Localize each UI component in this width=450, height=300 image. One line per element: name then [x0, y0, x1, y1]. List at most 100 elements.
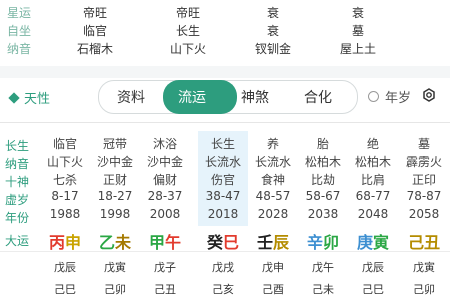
zhi: 寅 [373, 233, 390, 252]
cell: 衰 [266, 24, 279, 38]
column-l4: 18-27 [97, 189, 133, 203]
column-l3: 伤官 [210, 173, 235, 187]
column-l4: 78-87 [406, 189, 442, 203]
dayun-column[interactable]: 胎松柏木 比劫 58-67 2038 [298, 131, 348, 226]
zhi: 午 [165, 233, 182, 252]
liunian-1[interactable]: 戊午 [298, 259, 348, 275]
liunian-1[interactable]: 戊辰 [348, 259, 398, 275]
tab-shensha[interactable]: 神煞 [241, 87, 269, 107]
dayun-column[interactable]: 长生 长流水 伤官 38-47 2018 [198, 131, 248, 226]
side-label-dayun: 大运 [5, 234, 30, 248]
side-label-shishen: 十神 [5, 175, 30, 189]
cell: 帝旺 [82, 6, 107, 20]
side-label-nianfen: 年份 [5, 211, 30, 225]
segmented-control: 资料 流运 神煞 合化 [98, 80, 358, 114]
dayun-column[interactable]: 墓霹雳火 正印 78-87 2058 [399, 131, 449, 226]
liunian-2[interactable]: 己亥 [198, 281, 248, 297]
column-l1: 墓 [417, 137, 430, 151]
liunian-2[interactable]: 己卯 [399, 281, 449, 297]
cell: 衰 [266, 6, 279, 20]
column-l5: 2038 [307, 207, 339, 221]
dayun-ganzhi[interactable]: 辛卯 [298, 229, 348, 253]
cell: 墓 [351, 24, 364, 38]
liunian-2[interactable]: 己酉 [248, 281, 298, 297]
dayun-ganzhi[interactable]: 乙未 [90, 229, 140, 253]
zhi: 申 [65, 233, 82, 252]
column-l4: 8-17 [51, 189, 79, 203]
row-label: 星运 [7, 6, 32, 20]
column-l5: 1988 [49, 207, 81, 221]
column-l5: 2018 [207, 207, 239, 221]
age-toggle-label[interactable]: 年岁 [385, 87, 411, 106]
column-l1: 养 [266, 137, 279, 151]
liunian-2[interactable]: 己巳 [348, 281, 398, 297]
dayun-ganzhi[interactable]: 己丑 [399, 229, 449, 253]
cell: 临官 [82, 24, 107, 38]
column-l1: 绝 [366, 137, 379, 151]
column-l2: 松柏木 [354, 155, 391, 169]
liunian-2[interactable]: 己巳 [40, 281, 90, 297]
tab-ziliao[interactable]: 资料 [117, 87, 145, 107]
zhi: 辰 [273, 233, 290, 252]
column-l2: 山下火 [46, 155, 83, 169]
tab-liuyun[interactable]: 流运 [163, 80, 237, 114]
row-label: 自坐 [7, 24, 32, 38]
dayun-column[interactable]: 沐浴 沙中金 偏财 28-37 2008 [140, 131, 190, 226]
column-l3: 七杀 [52, 173, 77, 187]
row-zizuo: 自坐 临官 长生 衰 墓 [0, 22, 450, 40]
gan: 甲 [148, 233, 165, 252]
column-l2: 霹雳火 [405, 155, 442, 169]
dayun-column[interactable]: 养长流水 食神 48-57 2028 [248, 131, 298, 226]
dayun-column[interactable]: 冠带 沙中金 正财 18-27 1998 [90, 131, 140, 226]
dayun-ganzhi[interactable]: 庚寅 [348, 229, 398, 253]
gan: 乙 [98, 233, 115, 252]
dayun-column[interactable]: 临官山下火七杀 8-17 1988 [40, 131, 90, 226]
gan: 壬 [256, 233, 273, 252]
gan: 庚 [356, 233, 373, 252]
liunian-2[interactable]: 己未 [298, 281, 348, 297]
column-l1: 临官 [52, 137, 77, 151]
dayun-ganzhi[interactable]: 甲午 [140, 229, 190, 253]
dayun-column[interactable]: 绝松柏木 比肩 68-77 2048 [348, 131, 398, 226]
column-l2: 松柏木 [304, 155, 341, 169]
liunian-2[interactable]: 己丑 [140, 281, 190, 297]
column-l5: 1998 [99, 207, 131, 221]
cell: 石榴木 [76, 42, 113, 56]
liunian-1[interactable]: 戊申 [248, 259, 298, 275]
tab-bar: 天性 资料 流运 神煞 合化 年岁 [0, 78, 450, 116]
zhi: 未 [115, 233, 132, 252]
cell: 钗钏金 [254, 42, 291, 56]
tab-hehua[interactable]: 合化 [304, 87, 332, 107]
zhi: 卯 [323, 233, 340, 252]
diamond-icon [8, 92, 20, 104]
side-label-xusui: 虚岁 [5, 193, 30, 207]
column-l3: 比肩 [360, 173, 385, 187]
zhi: 巳 [223, 233, 240, 252]
liunian-1[interactable]: 戊寅 [399, 259, 449, 275]
divider [0, 122, 450, 123]
dayun-ganzhi[interactable]: 壬辰 [248, 229, 298, 253]
row-xingyun: 星运 帝旺 帝旺 衰 衰 [0, 4, 450, 22]
settings-icon[interactable] [422, 88, 436, 102]
dayun-ganzhi[interactable]: 癸巳 [198, 229, 248, 253]
cell: 长生 [175, 24, 200, 38]
side-label-nayin: 纳音 [5, 157, 30, 171]
column-l4: 28-37 [147, 189, 183, 203]
tianxing-label[interactable]: 天性 [8, 88, 50, 107]
column-l2: 长流水 [254, 155, 291, 169]
liunian-2[interactable]: 己卯 [90, 281, 140, 297]
liunian-1[interactable]: 戊辰 [40, 259, 90, 275]
column-l3: 偏财 [152, 173, 177, 187]
column-l4: 68-77 [355, 189, 391, 203]
column-l4: 58-67 [305, 189, 341, 203]
pillar-summary: 星运 帝旺 帝旺 衰 衰 自坐 临官 长生 衰 墓 纳音 石榴木 山下火 钗钏金… [0, 0, 450, 62]
column-l3: 食神 [260, 173, 285, 187]
liunian-1[interactable]: 戊戌 [198, 259, 248, 275]
liunian-1[interactable]: 戊寅 [90, 259, 140, 275]
column-l1: 冠带 [102, 137, 127, 151]
dayun-ganzhi[interactable]: 丙申 [40, 229, 90, 253]
liunian-1[interactable]: 戊子 [140, 259, 190, 275]
age-toggle-radio[interactable] [368, 91, 379, 102]
column-l5: 2058 [408, 207, 440, 221]
gan: 丙 [48, 233, 65, 252]
